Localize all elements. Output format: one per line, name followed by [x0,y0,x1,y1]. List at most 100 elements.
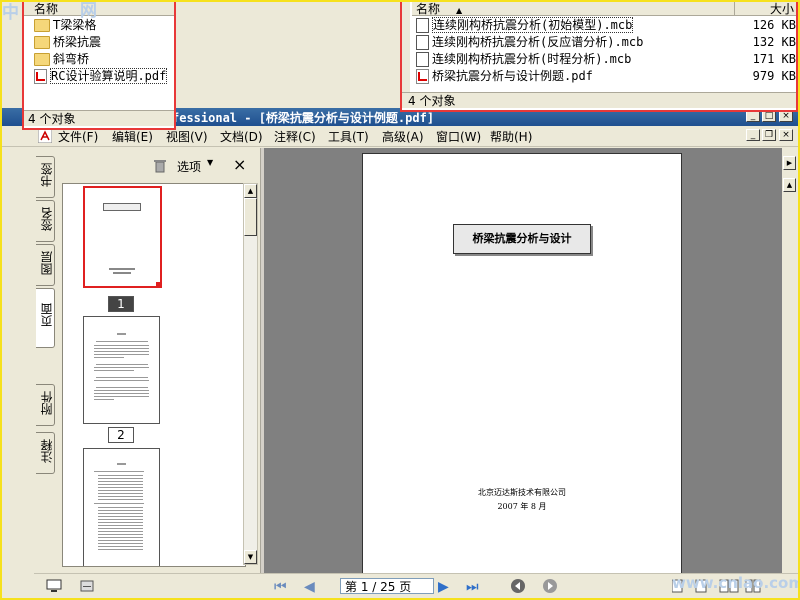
panel-close-icon[interactable]: × [233,155,246,174]
first-page-icon[interactable]: ⏮ [274,579,287,595]
menu-document[interactable]: 文档(D) [220,128,263,145]
status-text: 4 个对象 [24,110,174,126]
resize-handle[interactable] [156,282,160,286]
last-page-icon[interactable]: ⏭ [466,579,479,595]
page-number-input[interactable]: 第 1 / 25 页 [340,578,434,594]
list-item[interactable]: 连续刚构桥抗震分析(时程分析).mcb [416,51,631,67]
menu-help[interactable]: 帮助(H) [490,128,532,145]
pages-panel-header: 选项 ▼ × [57,148,260,178]
list-item-label: 连续刚构桥抗震分析(初始模型).mcb [432,17,634,33]
tab-layers[interactable]: 图层 [36,244,55,286]
menu-tools[interactable]: 工具(T) [328,128,369,145]
thumbnail-text-line [113,272,131,274]
forward-icon[interactable] [542,578,558,594]
doc-close-button[interactable]: × [779,129,793,141]
menu-view[interactable]: 视图(V) [166,128,208,145]
next-page-icon[interactable]: ▶ [438,579,449,595]
thumbnail-scrollbar[interactable]: ▲ ▼ [243,183,258,565]
file-size: 979 KB [752,69,796,83]
mcb-file-icon [416,35,429,50]
tab-pages[interactable]: 页面 [36,288,55,348]
document-title: 桥梁抗震分析与设计 [453,224,591,254]
tab-comments[interactable]: 注释 [36,432,55,474]
file-size: 126 KB [752,18,796,32]
thumbnail-list[interactable]: 1 2 [62,183,246,567]
monitor-icon[interactable] [46,579,62,593]
tab-signatures[interactable]: 签名 [36,200,55,242]
page-label-1[interactable]: 1 [108,296,134,312]
pdf-page: 桥梁抗震分析与设计 北京迈达斯技术有限公司 2007 年 8 月 [362,153,682,575]
list-item-label: 桥梁抗震分析与设计例题.pdf [432,69,593,83]
acrobat-logo-icon[interactable] [38,129,52,143]
menu-comments[interactable]: 注释(C) [274,128,316,145]
chevron-down-icon[interactable]: ▼ [207,158,213,167]
menu-advanced[interactable]: 高级(A) [382,128,424,145]
doc-restore-button[interactable]: ❐ [762,129,776,141]
list-item[interactable]: 斜弯桥 [34,51,89,67]
size-column-header[interactable]: 大小 [734,2,796,16]
tab-attachments[interactable]: 附件 [36,384,55,426]
status-text: 4 个对象 [402,92,796,108]
page-3-preview [94,463,144,550]
file-size: 171 KB [752,52,796,66]
layout-icon[interactable] [80,580,94,592]
page-thumbnail-1[interactable] [83,186,162,288]
list-item[interactable]: 桥梁抗震分析与设计例题.pdf [416,68,593,84]
scroll-right-button[interactable]: ▶ [783,156,796,170]
list-item-label: 连续刚构桥抗震分析(时程分析).mcb [432,52,632,66]
options-button[interactable]: 选项 [177,158,201,175]
tab-layers-label: 图层 [40,251,54,275]
menu-file[interactable]: 文件(F) [58,128,98,145]
watermark-top-left: 中 [2,3,19,23]
previous-page-icon[interactable]: ◀ [304,579,315,595]
pages-panel: 选项 ▼ × 1 2 ▲ ▼ [57,148,261,573]
trash-icon[interactable] [154,159,166,173]
pdf-file-icon [34,69,47,84]
page-thumbnail-3[interactable] [83,448,160,566]
name-column-label: 名称 [416,2,441,16]
menu-edit[interactable]: 编辑(E) [112,128,153,145]
watermark-top-left-2: 网 [80,1,97,21]
explorer-window-left: 名称 T梁梁格 桥梁抗震 斜弯桥 RC设计验算说明.pdf 4 个对象 [22,0,176,130]
pdf-file-icon [416,69,429,84]
list-item-label: 连续刚构桥抗震分析(反应谱分析).mcb [432,35,644,49]
scroll-thumb[interactable] [244,198,257,236]
thumbnail-title-box [103,203,141,211]
mcb-file-icon [416,52,429,67]
tab-bookmarks[interactable]: 书签 [36,156,55,198]
document-view[interactable]: 桥梁抗震分析与设计 北京迈达斯技术有限公司 2007 年 8 月 [264,148,782,575]
folder-icon [34,36,50,49]
page-thumbnail-2[interactable] [83,316,160,424]
list-item[interactable]: 桥梁抗震 [34,34,101,50]
list-item[interactable]: RC设计验算说明.pdf [34,68,168,84]
list-item[interactable]: 连续刚构桥抗震分析(初始模型).mcb [416,17,634,33]
tab-bookmarks-label: 书签 [40,163,54,187]
list-item-label: 斜弯桥 [53,52,90,66]
explorer-window-right: 名称 ▲ 大小 连续刚构桥抗震分析(初始模型).mcb 126 KB 连续刚构桥抗… [400,0,798,112]
navigation-tabs: 书签 签名 图层 页面 附件 注释 [34,148,56,568]
tab-comments-label: 注释 [40,439,54,463]
name-column-header[interactable]: 名称 ▲ [412,2,734,16]
watermark-bottom-right: www.cnlao.com [672,574,800,592]
mcb-file-icon [416,18,429,33]
sort-up-icon: ▲ [456,6,463,15]
tab-pages-label: 页面 [40,303,54,327]
left-edge [402,0,410,96]
right-scrollbar[interactable]: ▶ ▲ [782,148,798,573]
tab-signatures-label: 签名 [40,207,54,231]
scroll-up-button[interactable]: ▲ [244,184,257,198]
scroll-up-small-button[interactable]: ▲ [783,178,796,192]
list-item-label: RC设计验算说明.pdf [50,68,168,84]
file-size: 132 KB [752,35,796,49]
window-title: fessional - [桥梁抗震分析与设计例题.pdf] [172,111,435,125]
menu-window[interactable]: 窗口(W) [436,128,481,145]
list-item[interactable]: 连续刚构桥抗震分析(反应谱分析).mcb [416,34,643,50]
scroll-down-button[interactable]: ▼ [244,550,257,564]
doc-minimize-button[interactable]: _ [746,129,760,141]
document-company: 北京迈达斯技术有限公司 [478,488,566,497]
page-label-2[interactable]: 2 [108,427,134,443]
thumbnail-text-line [109,268,135,270]
back-icon[interactable] [510,578,526,594]
name-column-header[interactable]: 名称 [24,2,174,16]
page-2-preview [94,333,149,400]
